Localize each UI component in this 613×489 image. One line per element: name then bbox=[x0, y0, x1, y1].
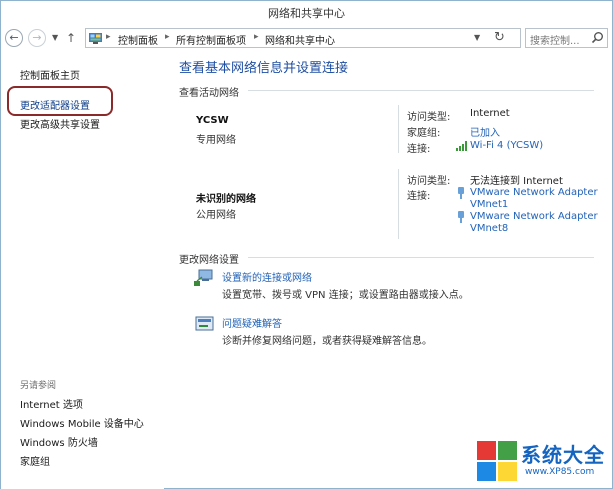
back-arrow-icon[interactable]: ← bbox=[5, 29, 23, 47]
recent-locations-chevron-icon[interactable]: ▼ bbox=[52, 33, 58, 42]
breadcrumb-separator[interactable]: ▸ bbox=[106, 32, 111, 42]
up-arrow-icon[interactable]: ↑ bbox=[66, 31, 76, 45]
change-adapter-settings-link[interactable]: 更改适配器设置 bbox=[20, 97, 90, 112]
search-input[interactable]: 搜索控制... bbox=[525, 28, 608, 48]
setup-new-connection-link[interactable]: 设置新的连接或网络 bbox=[222, 269, 312, 284]
network-type[interactable]: 公用网络 bbox=[196, 206, 236, 221]
network-name: YCSW bbox=[196, 115, 229, 126]
watermark-url: www.XP85.com bbox=[525, 467, 595, 477]
breadcrumb-separator[interactable]: ▸ bbox=[165, 32, 170, 42]
network-name: 未识别的网络 bbox=[196, 194, 256, 205]
main-content: 查看基本网络信息并设置连接 查看活动网络 YCSW 专用网络 访问类型: Int… bbox=[164, 53, 612, 489]
watermark-logo: 系统大全 www.XP85.com bbox=[475, 437, 611, 487]
windows-firewall-link[interactable]: Windows 防火墙 bbox=[20, 434, 98, 449]
column-divider bbox=[398, 105, 399, 153]
search-icon[interactable] bbox=[591, 31, 604, 44]
task-pane: 控制面板主页 更改适配器设置 更改高级共享设置 另请参阅 Internet 选项… bbox=[1, 53, 164, 489]
connections-label: 连接: bbox=[407, 144, 431, 155]
troubleshoot-description: 诊断并修复网络问题，或者获得疑难解答信息。 bbox=[222, 336, 432, 347]
breadcrumb-all-items[interactable]: 所有控制面板项 bbox=[176, 32, 246, 47]
troubleshoot-icon bbox=[195, 316, 214, 331]
access-type-label: 访问类型: bbox=[407, 176, 451, 187]
internet-options-link[interactable]: Internet 选项 bbox=[20, 396, 83, 411]
see-also-heading: 另请参阅 bbox=[20, 381, 57, 391]
ethernet-adapter-icon bbox=[458, 211, 464, 223]
windows-logo-icon bbox=[477, 441, 517, 481]
forward-arrow-icon[interactable]: → bbox=[28, 29, 46, 47]
vmnet8-connection-link-line2[interactable]: VMnet8 bbox=[470, 223, 508, 234]
access-type-label: 访问类型: bbox=[407, 112, 451, 123]
section-divider bbox=[248, 257, 594, 258]
setup-new-connection-description: 设置宽带、拨号或 VPN 连接；或设置路由器或接入点。 bbox=[222, 290, 469, 301]
window-title: 网络和共享中心 bbox=[268, 7, 345, 20]
new-connection-icon bbox=[194, 269, 213, 286]
troubleshoot-problems-link[interactable]: 问题疑难解答 bbox=[222, 315, 282, 330]
control-panel-home-link[interactable]: 控制面板主页 bbox=[20, 67, 80, 82]
column-divider bbox=[398, 169, 399, 239]
page-title: 查看基本网络信息并设置连接 bbox=[179, 61, 349, 76]
wifi-connection-link[interactable]: Wi-Fi 4 (YCSW) bbox=[470, 140, 543, 151]
vmnet1-connection-link-line2[interactable]: VMnet1 bbox=[470, 199, 508, 210]
section-divider bbox=[248, 90, 594, 91]
connections-label: 连接: bbox=[407, 191, 431, 202]
access-type-value: Internet bbox=[470, 108, 510, 119]
watermark-brand: 系统大全 bbox=[521, 443, 605, 467]
ethernet-adapter-icon bbox=[458, 187, 464, 199]
network-sharing-center-window: 网络和共享中心 ← → ▼ ↑ ▸ 控制面板 ▸ 所有控制面板项 ▸ 网络和共享… bbox=[0, 0, 613, 489]
active-networks-label: 查看活动网络 bbox=[179, 88, 239, 99]
wifi-signal-icon bbox=[456, 141, 467, 151]
change-advanced-sharing-link[interactable]: 更改高级共享设置 bbox=[20, 116, 100, 131]
search-placeholder: 搜索控制... bbox=[530, 36, 580, 47]
control-panel-icon bbox=[89, 33, 102, 44]
vmnet1-connection-link[interactable]: VMware Network Adapter bbox=[470, 187, 598, 198]
homegroup-label: 家庭组: bbox=[407, 128, 441, 139]
homegroup-link[interactable]: 家庭组 bbox=[20, 453, 50, 468]
address-bar[interactable]: ▸ 控制面板 ▸ 所有控制面板项 ▸ 网络和共享中心 ▼ ↻ bbox=[85, 28, 521, 48]
refresh-icon[interactable]: ↻ bbox=[494, 30, 505, 45]
change-settings-label: 更改网络设置 bbox=[179, 255, 239, 266]
access-type-value: 无法连接到 Internet bbox=[470, 176, 563, 187]
windows-mobile-center-link[interactable]: Windows Mobile 设备中心 bbox=[20, 415, 144, 430]
vmnet8-connection-link[interactable]: VMware Network Adapter bbox=[470, 211, 598, 222]
address-dropdown-icon[interactable]: ▼ bbox=[474, 33, 480, 42]
homegroup-status-link[interactable]: 已加入 bbox=[470, 124, 500, 139]
navigation-bar: ← → ▼ ↑ ▸ 控制面板 ▸ 所有控制面板项 ▸ 网络和共享中心 ▼ ↻ 搜… bbox=[1, 25, 612, 51]
title-bar: 网络和共享中心 bbox=[1, 1, 612, 23]
breadcrumb-control-panel[interactable]: 控制面板 bbox=[118, 32, 158, 47]
breadcrumb-separator[interactable]: ▸ bbox=[254, 32, 259, 42]
network-type[interactable]: 专用网络 bbox=[196, 131, 236, 146]
breadcrumb-network-center[interactable]: 网络和共享中心 bbox=[265, 32, 335, 47]
